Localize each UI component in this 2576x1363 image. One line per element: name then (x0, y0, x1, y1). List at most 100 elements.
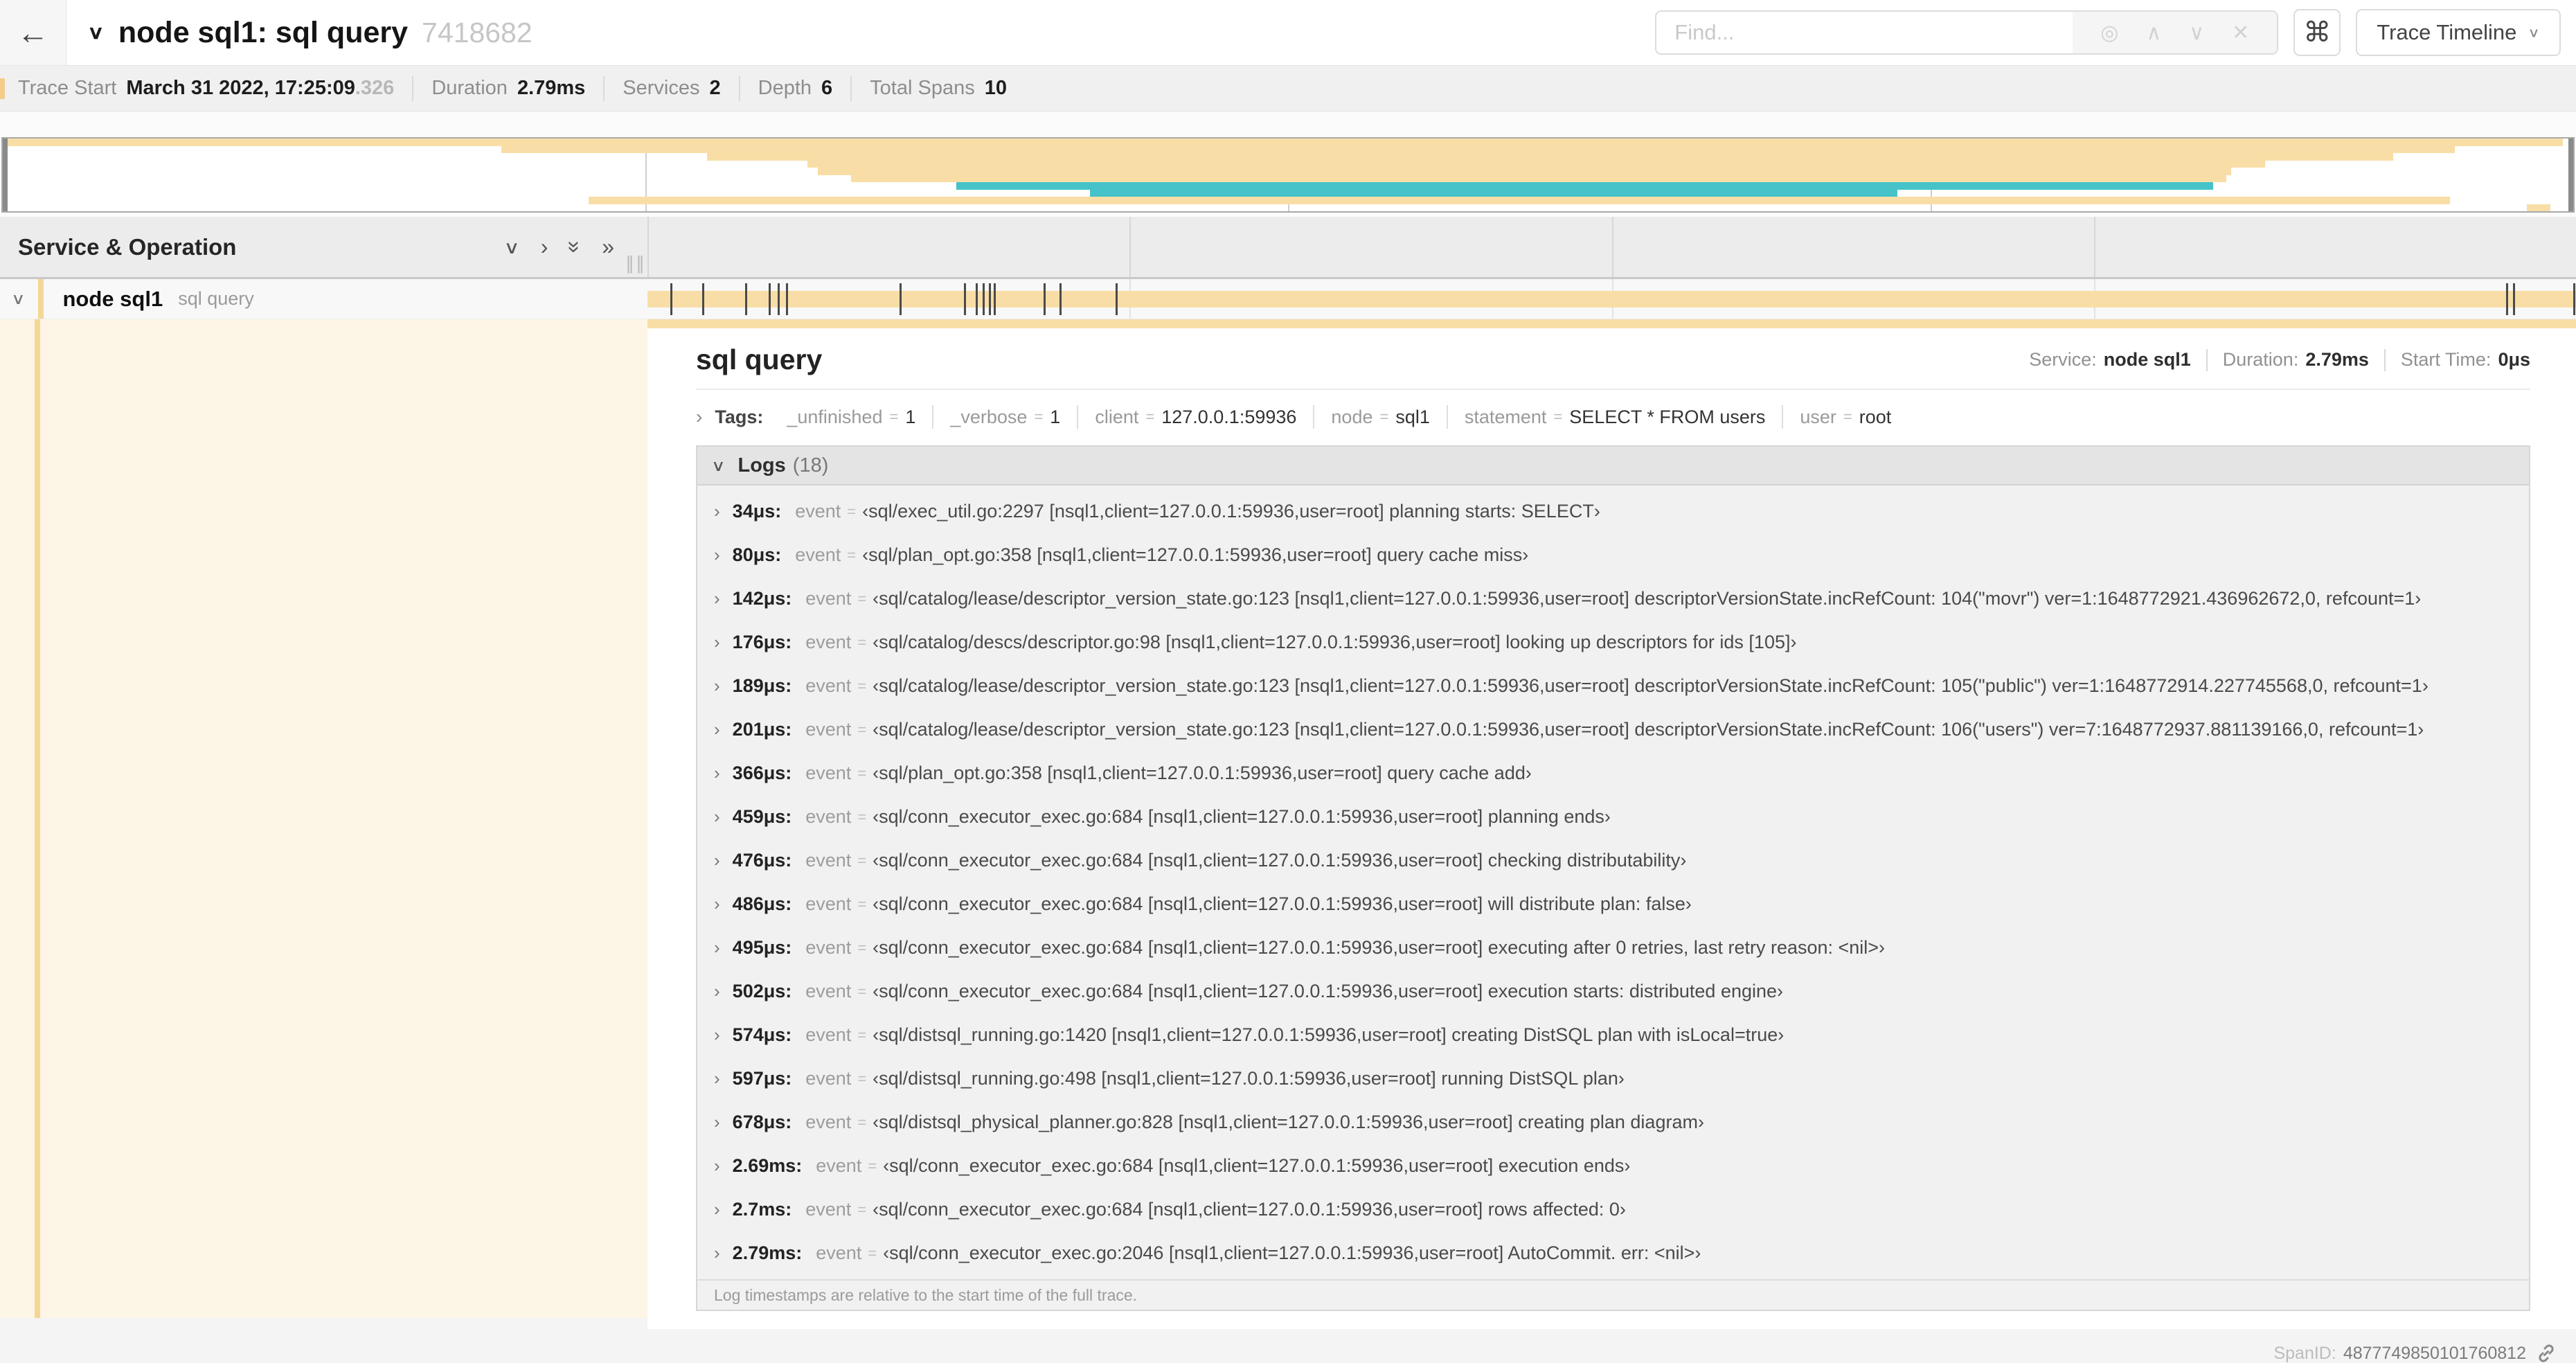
back-arrow-icon: ← (17, 15, 49, 51)
log-row[interactable]: › 176μs: event = ‹sql/catalog/descs/desc… (697, 621, 2529, 664)
log-event-value: ‹sql/distsql_running.go:1420 [nsql1,clie… (873, 1024, 1785, 1045)
expand-all-icon[interactable]: » (602, 234, 614, 260)
log-expand-chevron-icon[interactable]: › (714, 1242, 720, 1264)
log-row[interactable]: › 2.7ms: event = ‹sql/conn_executor_exec… (697, 1188, 2529, 1231)
log-timestamp: 142μs: (732, 588, 792, 609)
logs-count: (18) (792, 454, 829, 476)
equals-sign: = (857, 589, 867, 607)
log-row[interactable]: › 459μs: event = ‹sql/conn_executor_exec… (697, 795, 2529, 839)
deep-link-icon[interactable] (2536, 1343, 2557, 1363)
find-input[interactable] (1656, 12, 2073, 53)
tag-key: user (1800, 406, 1836, 427)
back-button[interactable]: ← (0, 0, 66, 65)
log-row[interactable]: › 597μs: event = ‹sql/distsql_running.go… (697, 1057, 2529, 1101)
log-event-value: ‹sql/conn_executor_exec.go:684 [nsql1,cl… (873, 893, 1692, 914)
equals-sign: = (857, 764, 867, 782)
log-event-value: ‹sql/conn_executor_exec.go:684 [nsql1,cl… (873, 981, 1784, 1001)
meta-value: node sql1 (2103, 349, 2191, 370)
tags-title: Tags: (715, 406, 764, 427)
log-row[interactable]: › 476μs: event = ‹sql/conn_executor_exec… (697, 839, 2529, 882)
tags-expand-chevron-icon[interactable]: › (696, 406, 702, 428)
span-row-node-sql1[interactable]: ∨ node sql1 sql query (0, 279, 2576, 319)
logs-header[interactable]: ∨ Logs (18) (697, 447, 2529, 485)
log-expand-chevron-icon[interactable]: › (714, 632, 720, 653)
collapse-all-icon[interactable]: » (562, 241, 588, 253)
span-id-row: SpanID: 4877749850101760812 (647, 1329, 2576, 1363)
log-row[interactable]: › 502μs: event = ‹sql/conn_executor_exec… (697, 970, 2529, 1013)
log-tick-marker (1059, 283, 1062, 315)
span-color-accent (37, 279, 44, 319)
minimap-left-scrubber[interactable] (3, 139, 8, 211)
tag-value: 127.0.0.1:59936 (1161, 406, 1297, 427)
expand-one-icon[interactable]: › (541, 234, 548, 260)
log-expand-chevron-icon[interactable]: › (714, 1112, 720, 1133)
locate-icon[interactable]: ◎ (2100, 21, 2118, 45)
span-collapse-chevron-icon[interactable]: ∨ (11, 289, 26, 308)
equals-sign: = (868, 1157, 877, 1175)
equals-sign: = (847, 502, 857, 520)
column-resizer-handle[interactable]: ∥∥ (625, 253, 646, 274)
log-expand-chevron-icon[interactable]: › (714, 675, 720, 697)
log-row[interactable]: › 142μs: event = ‹sql/catalog/lease/desc… (697, 577, 2529, 621)
log-row[interactable]: › 201μs: event = ‹sql/catalog/lease/desc… (697, 708, 2529, 751)
log-expand-chevron-icon[interactable]: › (714, 937, 720, 959)
minimap-right-scrubber[interactable] (2568, 139, 2573, 211)
next-result-icon[interactable]: ∨ (2189, 21, 2204, 45)
clear-search-icon[interactable]: ✕ (2232, 21, 2249, 45)
log-timestamp: 678μs: (732, 1112, 792, 1132)
tags-row[interactable]: › Tags: _unfinished = 1 _verbose = 1 cli… (696, 394, 2530, 440)
collapse-one-icon[interactable]: ∨ (503, 236, 519, 257)
log-expand-chevron-icon[interactable]: › (714, 763, 720, 784)
log-row[interactable]: › 486μs: event = ‹sql/conn_executor_exec… (697, 882, 2529, 926)
collapse-trace-chevron-icon[interactable]: ∨ (87, 21, 105, 44)
log-row[interactable]: › 34μs: event = ‹sql/exec_util.go:2297 [… (697, 490, 2529, 533)
log-expand-chevron-icon[interactable]: › (714, 893, 720, 915)
span-duration-bar[interactable] (647, 290, 2576, 308)
span-detail-panel: sql query Service: node sql1 Duration: 2… (647, 328, 2576, 1329)
log-row[interactable]: › 574μs: event = ‹sql/distsql_running.go… (697, 1013, 2529, 1057)
log-expand-chevron-icon[interactable]: › (714, 501, 720, 522)
log-tick-marker (1043, 283, 1046, 315)
log-tick-marker (768, 283, 771, 315)
log-event-key: event (816, 1242, 862, 1263)
log-expand-chevron-icon[interactable]: › (714, 544, 720, 566)
log-expand-chevron-icon[interactable]: › (714, 1199, 720, 1220)
minimap-canvas[interactable] (1, 137, 2575, 213)
log-expand-chevron-icon[interactable]: › (714, 850, 720, 871)
log-tick-marker (2573, 283, 2576, 315)
log-row[interactable]: › 678μs: event = ‹sql/distsql_physical_p… (697, 1101, 2529, 1144)
meta-item: Start Time: 0μs (2401, 349, 2530, 371)
log-expand-chevron-icon[interactable]: › (714, 806, 720, 828)
log-row[interactable]: › 366μs: event = ‹sql/plan_opt.go:358 [n… (697, 751, 2529, 795)
log-timestamp: 502μs: (732, 981, 792, 1001)
log-event-value: ‹sql/exec_util.go:2297 [nsql1,client=127… (862, 501, 1600, 522)
log-event-key: event (795, 544, 841, 565)
trace-view-selector[interactable]: Trace Timeline ∨ (2356, 9, 2561, 56)
log-row[interactable]: › 495μs: event = ‹sql/conn_executor_exec… (697, 926, 2529, 970)
span-color-accent (35, 319, 40, 1318)
log-event-value: ‹sql/plan_opt.go:358 [nsql1,client=127.0… (873, 763, 1532, 783)
logs-collapse-chevron-icon[interactable]: ∨ (711, 456, 726, 474)
log-expand-chevron-icon[interactable]: › (714, 981, 720, 1002)
log-row[interactable]: › 80μs: event = ‹sql/plan_opt.go:358 [ns… (697, 533, 2529, 577)
tag-item: _verbose = 1 (933, 405, 1079, 429)
log-event-key: event (805, 1112, 852, 1132)
log-row[interactable]: › 2.79ms: event = ‹sql/conn_executor_exe… (697, 1231, 2529, 1275)
logs-note: Log timestamps are relative to the start… (697, 1279, 2529, 1310)
log-expand-chevron-icon[interactable]: › (714, 1024, 720, 1046)
log-tick-marker (900, 283, 902, 315)
minimap-span-bar (850, 175, 2226, 182)
log-expand-chevron-icon[interactable]: › (714, 1155, 720, 1177)
log-expand-chevron-icon[interactable]: › (714, 588, 720, 609)
equals-sign: = (857, 808, 867, 826)
log-expand-chevron-icon[interactable]: › (714, 1068, 720, 1089)
log-event-value: ‹sql/catalog/lease/descriptor_version_st… (873, 719, 2424, 740)
log-event-key: event (805, 588, 852, 609)
span-detail-title: sql query (696, 344, 823, 375)
keyboard-shortcuts-button[interactable]: ⌘ (2293, 9, 2341, 56)
log-row[interactable]: › 189μs: event = ‹sql/catalog/lease/desc… (697, 664, 2529, 708)
prev-result-icon[interactable]: ∧ (2146, 21, 2161, 45)
log-expand-chevron-icon[interactable]: › (714, 719, 720, 740)
log-timestamp: 2.79ms: (732, 1242, 803, 1263)
log-row[interactable]: › 2.69ms: event = ‹sql/conn_executor_exe… (697, 1144, 2529, 1188)
